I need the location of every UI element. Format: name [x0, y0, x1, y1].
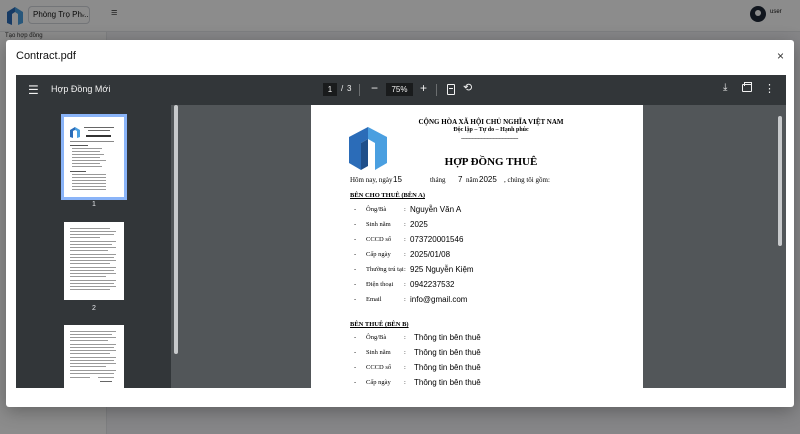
more-vert-icon[interactable]: ⋮: [764, 82, 775, 95]
pdf-modal: Contract.pdf × ☰ Hợp Đồng Mới 1 / 3 − 75…: [6, 40, 794, 407]
toolbar-divider: [436, 84, 437, 96]
total-pages: 3: [347, 84, 352, 93]
lessee-row: - Sinh năm: Thông tin bên thuê: [354, 348, 481, 357]
modal-title: Contract.pdf: [16, 50, 76, 62]
close-icon[interactable]: ×: [777, 49, 784, 63]
plus-icon[interactable]: +: [420, 81, 427, 95]
toolbar-divider: [359, 84, 360, 96]
download-icon[interactable]: ⤓: [723, 82, 727, 93]
lessor-row: - Email: info@gmail.com: [354, 295, 468, 304]
rotate-icon[interactable]: ⟲: [463, 81, 472, 94]
minus-icon[interactable]: −: [371, 81, 378, 95]
page-separator: /: [341, 84, 344, 93]
header-divider: --------------------------------------: [461, 136, 518, 142]
date-prefix: Hôm nay, ngày: [350, 176, 393, 184]
contract-title: HỢP ĐỒNG THUÊ: [444, 156, 538, 168]
date-month-label: tháng: [430, 176, 446, 184]
lessee-row: - Ông/Bà: Thông tin bên thuê: [354, 333, 481, 342]
thumbnail-page-1[interactable]: [61, 114, 127, 200]
thumbnail-sidebar: 1 2: [16, 105, 171, 388]
date-month: 7: [458, 175, 463, 184]
date-year-label: năm: [466, 176, 479, 184]
date-suffix: , chúng tôi gồm:: [504, 176, 550, 184]
national-title: CỘNG HÒA XÃ HỘI CHỦ NGHĨA VIỆT NAM: [418, 118, 564, 126]
pdf-toolbar: ☰ Hợp Đồng Mới 1 / 3 − 75% + ⟲ ⤓ ⋮: [16, 75, 786, 105]
thumbnail-page-3[interactable]: [64, 325, 124, 388]
thumbnail-label-2: 2: [92, 305, 96, 312]
lessee-heading: BÊN THUÊ (BÊN B): [350, 321, 409, 328]
lessor-heading: BÊN CHO THUÊ (BÊN A): [350, 192, 426, 199]
print-icon[interactable]: [742, 82, 752, 92]
page-number-input[interactable]: 1: [323, 83, 337, 96]
lessor-row: - Điện thoại:0942237532: [354, 280, 455, 289]
date-year: 2025: [479, 175, 497, 184]
thumbnail-scrollbar[interactable]: [174, 105, 178, 354]
lessor-row: - Ông/Bà: Nguyễn Văn A: [354, 205, 462, 214]
thumbnail-content: [70, 127, 114, 190]
motto: Độc lập – Tự do – Hạnh phúc: [453, 127, 529, 133]
zoom-input[interactable]: 75%: [386, 83, 413, 96]
thumbnail-label-1: 1: [92, 201, 96, 208]
thumbnail-page-2[interactable]: [64, 222, 124, 300]
lessee-row: - CCCD số: Thông tin bên thuê: [354, 363, 481, 372]
date-day: 15: [393, 175, 402, 184]
thumbnail-content: [70, 228, 116, 290]
pdf-page-1: CỘNG HÒA XÃ HỘI CHỦ NGHĨA VIỆT NAM Độc l…: [311, 105, 643, 388]
thumbnail-content: [70, 331, 116, 382]
lessee-row: - Cấp ngày: Thông tin bên thuê: [354, 378, 481, 387]
lessor-row: - Cấp ngày:2025/01/08: [354, 250, 451, 259]
menu-icon[interactable]: ☰: [28, 83, 39, 97]
company-logo: [349, 127, 387, 170]
lessor-row: - CCCD số:073720001546: [354, 235, 464, 244]
pdf-viewer: ☰ Hợp Đồng Mới 1 / 3 − 75% + ⟲ ⤓ ⋮ 1 2 C…: [16, 75, 786, 388]
pdf-document-title: Hợp Đồng Mới: [51, 84, 111, 94]
lessor-row: - Thường trú tại:925 Nguyễn Kiệm: [354, 265, 474, 274]
lessor-row: - Sinh năm:2025: [354, 220, 428, 229]
document-scrollbar[interactable]: [778, 116, 782, 246]
fit-page-icon[interactable]: [447, 84, 455, 95]
